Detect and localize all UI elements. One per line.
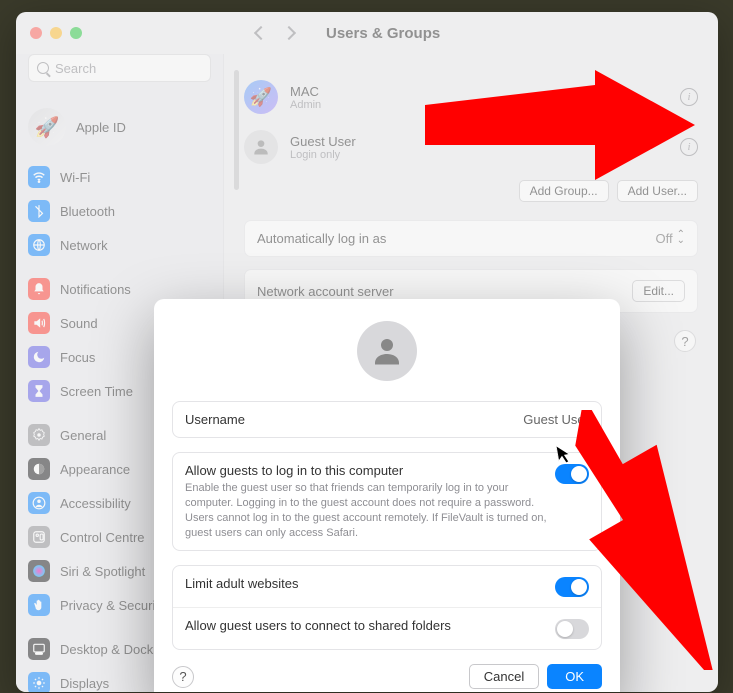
sidebar-item-bluetooth[interactable]: Bluetooth — [24, 194, 215, 228]
dock-icon — [28, 638, 50, 660]
sidebar-item-label: Control Centre — [60, 530, 145, 545]
moon-icon — [28, 346, 50, 368]
sidebar-item-label: Bluetooth — [60, 204, 115, 219]
sidebar-item-label: Sound — [60, 316, 98, 331]
network-account-label: Network account server — [257, 284, 394, 299]
allow-guests-description: Enable the guest user so that friends ca… — [185, 481, 555, 540]
sidebar-item-appleid[interactable]: 🚀 Apple ID — [24, 98, 215, 160]
close-window-button[interactable] — [30, 27, 42, 39]
sidebar-item-label: Privacy & Security — [60, 598, 165, 613]
help-button[interactable]: ? — [674, 330, 696, 352]
sidebar-item-wi-fi[interactable]: Wi-Fi — [24, 160, 215, 194]
allow-guests-title: Allow guests to log in to this computer — [185, 463, 555, 478]
limit-adult-title: Limit adult websites — [185, 576, 298, 591]
allow-guests-row: Allow guests to log in to this computer … — [173, 453, 601, 550]
page-title: Users & Groups — [326, 25, 440, 42]
search-placeholder: Search — [55, 61, 96, 76]
sidebar-item-label: Appearance — [60, 462, 130, 477]
sidebar-item-label: Desktop & Dock — [60, 642, 153, 657]
sidebar-item-label: Siri & Spotlight — [60, 564, 145, 579]
shared-folders-row: Allow guest users to connect to shared f… — [173, 607, 601, 649]
fullscreen-window-button[interactable] — [70, 27, 82, 39]
add-group-button[interactable]: Add Group... — [519, 180, 609, 202]
sidebar-item-label: Focus — [60, 350, 95, 365]
display-icon — [28, 672, 50, 692]
gear-icon — [28, 424, 50, 446]
bt-icon — [28, 200, 50, 222]
forward-button[interactable] — [282, 26, 296, 40]
titlebar: Users & Groups — [16, 12, 718, 54]
sidebar-item-label: Notifications — [60, 282, 131, 297]
user-avatar-icon — [244, 130, 278, 164]
add-user-button[interactable]: Add User... — [617, 180, 698, 202]
globe-icon — [28, 234, 50, 256]
shared-folders-title: Allow guest users to connect to shared f… — [185, 618, 451, 633]
username-row: Username Guest User — [173, 402, 601, 437]
appleid-avatar-icon: 🚀 — [28, 108, 66, 146]
guest-user-sheet: Username Guest User Allow guests to log … — [154, 299, 620, 692]
sidebar-item-label: Accessibility — [60, 496, 131, 511]
appearance-icon — [28, 458, 50, 480]
sidebar-item-network[interactable]: Network — [24, 228, 215, 262]
hourglass-icon — [28, 380, 50, 402]
sidebar-item-label: General — [60, 428, 106, 443]
back-button[interactable] — [254, 26, 268, 40]
annotation-arrow — [560, 410, 733, 670]
sound-icon — [28, 312, 50, 334]
sidebar-item-label: Screen Time — [60, 384, 133, 399]
annotation-arrow — [425, 70, 695, 180]
hand-icon — [28, 594, 50, 616]
person-icon — [28, 492, 50, 514]
auto-login-label: Automatically log in as — [257, 231, 386, 246]
wifi-icon — [28, 166, 50, 188]
search-input[interactable]: Search — [28, 54, 211, 82]
cancel-button[interactable]: Cancel — [469, 664, 539, 689]
sidebar-item-label: Network — [60, 238, 108, 253]
siri-icon — [28, 560, 50, 582]
sidebar-scrollbar[interactable] — [234, 70, 239, 190]
guest-avatar-icon — [357, 321, 417, 381]
sidebar-item-label: Displays — [60, 676, 109, 691]
username-label: Username — [185, 412, 245, 427]
chevron-updown-icon — [677, 231, 685, 243]
search-icon — [37, 62, 49, 74]
user-avatar-icon: 🚀 — [244, 80, 278, 114]
nav-arrows — [256, 28, 294, 38]
sidebar-item-label: Apple ID — [76, 120, 126, 135]
edit-network-account-button[interactable]: Edit... — [632, 280, 685, 302]
cc-icon — [28, 526, 50, 548]
auto-login-value: Off — [656, 231, 673, 246]
window-controls — [30, 27, 82, 39]
sidebar-item-label: Wi-Fi — [60, 170, 90, 185]
minimize-window-button[interactable] — [50, 27, 62, 39]
modal-help-button[interactable]: ? — [172, 666, 194, 688]
auto-login-row[interactable]: Automatically log in as Off — [244, 220, 698, 257]
limit-adult-row: Limit adult websites — [173, 566, 601, 607]
bell-icon — [28, 278, 50, 300]
